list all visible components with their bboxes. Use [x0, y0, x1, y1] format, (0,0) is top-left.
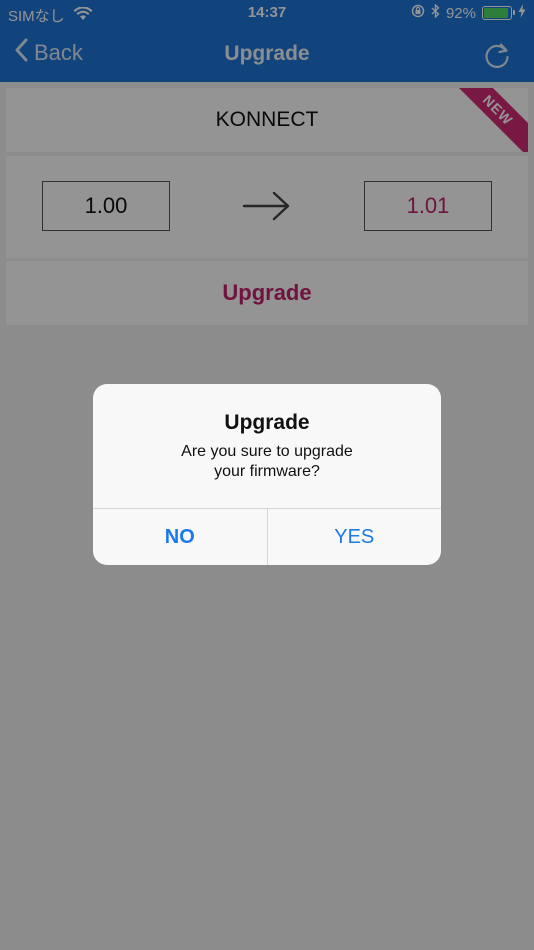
no-button[interactable]: NO	[93, 509, 268, 565]
dialog-message-line1: Are you sure to upgrade	[181, 443, 353, 460]
dialog-title: Upgrade	[224, 411, 310, 434]
yes-button[interactable]: YES	[268, 509, 442, 565]
dialog-message-line2: your firmware?	[214, 463, 320, 480]
confirm-dialog: Upgrade Are you sure to upgrade your fir…	[93, 384, 441, 565]
dialog-message: Are you sure to upgrade your firmware?	[133, 442, 401, 482]
dialog-actions: NO YES	[93, 508, 441, 565]
